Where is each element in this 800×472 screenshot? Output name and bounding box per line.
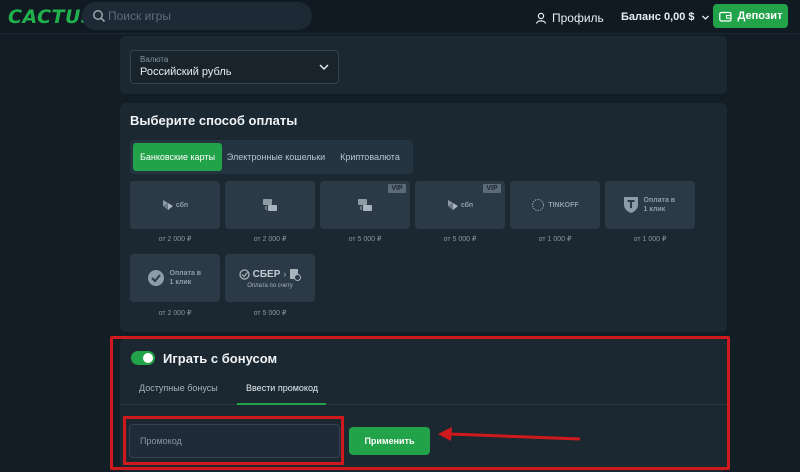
tabs-divider <box>120 404 727 405</box>
vip-badge: VIP <box>483 184 501 193</box>
profile-link[interactable]: Профиль <box>535 9 604 27</box>
card-transfer-icon <box>263 199 277 211</box>
currency-label: Валюта <box>140 55 169 64</box>
bonus-panel: Играть с бонусом Доступные бонусы Ввести… <box>120 338 727 472</box>
toggle-knob <box>143 353 153 363</box>
tinkoff-icon <box>532 199 545 211</box>
top-bar: CACTUS Профиль Баланс 0,00 $ Депозит <box>0 0 800 34</box>
bonus-title: Играть с бонусом <box>163 351 278 366</box>
method-min-amount: от 5 000 ₽ <box>348 236 382 243</box>
user-icon <box>535 12 547 24</box>
search-input[interactable] <box>108 6 298 26</box>
shield-t-icon <box>623 197 638 213</box>
method-min-amount: от 1 000 ₽ <box>633 236 667 243</box>
deposit-button[interactable]: Депозит <box>713 4 788 28</box>
sber-icon <box>238 268 250 280</box>
arrow-right-icon: › <box>283 269 287 279</box>
currency-panel: Валюта Российский рубль <box>120 36 727 94</box>
one-click-icon <box>147 270 164 286</box>
method-logo-text: Оплата в 1 клик <box>643 197 676 213</box>
method-min-amount: от 2 000 ₽ <box>253 236 287 243</box>
wallet-icon <box>718 11 732 22</box>
method-min-amount: от 5 000 ₽ <box>443 236 477 243</box>
method-logo-text: сбп <box>460 201 474 209</box>
method-min-amount: от 2 000 ₽ <box>158 236 192 243</box>
search-bar[interactable] <box>82 2 312 30</box>
currency-value: Российский рубль <box>140 66 232 78</box>
method-card-transfer[interactable] <box>225 181 315 229</box>
method-tbank-one-click[interactable]: Оплата в 1 клик <box>605 181 695 229</box>
method-min-amount: от 2 000 ₽ <box>158 310 192 317</box>
method-sublogo-text: Оплата по счету <box>247 282 293 289</box>
tab-enter-promocode[interactable]: Ввести промокод <box>246 383 318 393</box>
document-check-icon <box>290 268 302 281</box>
method-logo-text: СБЕР <box>252 268 281 280</box>
chevron-down-icon <box>701 15 709 20</box>
method-min-amount: от 5 000 ₽ <box>253 310 287 317</box>
vip-badge: VIP <box>388 184 406 193</box>
payment-method-panel: Выберите способ оплаты Банковские карты … <box>120 103 727 332</box>
profile-label: Профиль <box>552 11 604 25</box>
method-logo-text: TINKOFF <box>548 201 579 209</box>
sber-logo: СБЕР › <box>238 268 302 281</box>
method-card-transfer-vip[interactable]: VIP <box>320 181 410 229</box>
payment-tabs: Банковские карты Электронные кошельки Кр… <box>130 140 413 174</box>
method-logo-text: сбп <box>175 201 189 209</box>
tab-e-wallets[interactable]: Электронные кошельки <box>224 143 328 171</box>
tab-bank-cards[interactable]: Банковские карты <box>133 143 222 171</box>
method-sbp-vip[interactable]: сбп VIP <box>415 181 505 229</box>
apply-button[interactable]: Применить <box>349 427 430 455</box>
method-sbp[interactable]: сбп <box>130 181 220 229</box>
method-sber-invoice[interactable]: СБЕР › Оплата по счету <box>225 254 315 302</box>
card-transfer-icon <box>358 199 372 211</box>
balance-dropdown[interactable]: Баланс 0,00 $ <box>621 9 710 25</box>
method-tinkoff[interactable]: TINKOFF <box>510 181 600 229</box>
bonus-toggle[interactable] <box>131 351 155 365</box>
promocode-input[interactable] <box>129 424 340 458</box>
deposit-label: Депозит <box>737 10 783 22</box>
search-icon <box>93 10 106 23</box>
balance-label: Баланс 0,00 $ <box>621 11 695 23</box>
method-logo-text: Оплата в 1 клик <box>169 270 202 286</box>
active-tab-indicator <box>237 403 326 405</box>
sbp-icon <box>162 200 173 210</box>
tab-available-bonuses[interactable]: Доступные бонусы <box>139 383 218 393</box>
currency-select[interactable]: Валюта Российский рубль <box>130 50 339 84</box>
method-min-amount: от 1 000 ₽ <box>538 236 572 243</box>
sbp-icon <box>447 200 458 210</box>
payment-title: Выберите способ оплаты <box>130 113 298 128</box>
method-one-click[interactable]: Оплата в 1 клик <box>130 254 220 302</box>
tab-crypto[interactable]: Криптовалюта <box>330 143 410 171</box>
chevron-down-icon <box>319 64 329 71</box>
